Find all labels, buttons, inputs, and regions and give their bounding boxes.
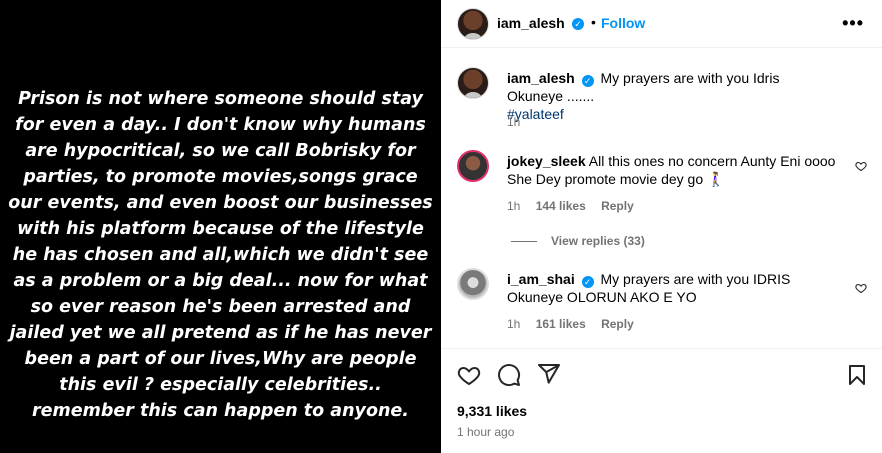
more-options-icon[interactable]: ••• bbox=[842, 13, 864, 34]
comment-time: 1h bbox=[507, 199, 521, 213]
avatar[interactable] bbox=[457, 8, 489, 40]
post-panel: iam_alesh ✓ • Follow ••• iam_alesh ✓ My … bbox=[441, 0, 882, 453]
verified-badge-icon: ✓ bbox=[572, 18, 584, 30]
comment-username[interactable]: i_am_shai bbox=[507, 271, 575, 287]
like-comment-heart-icon[interactable] bbox=[855, 160, 867, 172]
view-replies-label[interactable]: View replies (33) bbox=[551, 234, 645, 248]
comment-bubble-icon[interactable] bbox=[497, 363, 521, 387]
caption: iam_alesh ✓ My prayers are with you Idri… bbox=[457, 67, 867, 129]
story-text: Prison is not where someone should stay … bbox=[8, 88, 433, 421]
caption-username[interactable]: iam_alesh bbox=[507, 70, 575, 86]
avatar[interactable] bbox=[457, 67, 489, 99]
divider bbox=[511, 240, 537, 242]
comment-username[interactable]: jokey_sleek bbox=[507, 153, 586, 169]
avatar[interactable] bbox=[457, 268, 489, 300]
reply-button[interactable]: Reply bbox=[601, 199, 634, 213]
view-replies-button[interactable]: View replies (33) bbox=[511, 234, 645, 248]
action-bar bbox=[441, 348, 882, 408]
post-header: iam_alesh ✓ • Follow ••• bbox=[441, 0, 882, 48]
save-bookmark-icon[interactable] bbox=[845, 363, 869, 387]
avatar[interactable] bbox=[457, 150, 489, 182]
post-timestamp[interactable]: 1 hour ago bbox=[457, 425, 514, 439]
reply-button[interactable]: Reply bbox=[601, 317, 634, 331]
separator-dot: • bbox=[591, 14, 596, 30]
share-send-icon[interactable] bbox=[537, 362, 561, 386]
caption-time: 1h bbox=[507, 115, 521, 129]
story-image: Prison is not where someone should stay … bbox=[0, 0, 441, 453]
likes-count[interactable]: 9,331 likes bbox=[457, 403, 527, 419]
follow-button[interactable]: Follow bbox=[601, 15, 645, 31]
comment-item: i_am_shai ✓ My prayers are with you IDRI… bbox=[457, 268, 867, 338]
verified-badge-icon: ✓ bbox=[581, 276, 594, 288]
comment-likes[interactable]: 161 likes bbox=[536, 317, 586, 331]
verified-badge-icon: ✓ bbox=[581, 75, 594, 87]
comment-time: 1h bbox=[507, 317, 521, 331]
like-comment-heart-icon[interactable] bbox=[855, 282, 867, 294]
comment-item: jokey_sleek All this ones no concern Aun… bbox=[457, 150, 867, 250]
like-heart-icon[interactable] bbox=[457, 363, 481, 387]
header-username[interactable]: iam_alesh bbox=[497, 15, 565, 31]
comment-likes[interactable]: 144 likes bbox=[536, 199, 586, 213]
